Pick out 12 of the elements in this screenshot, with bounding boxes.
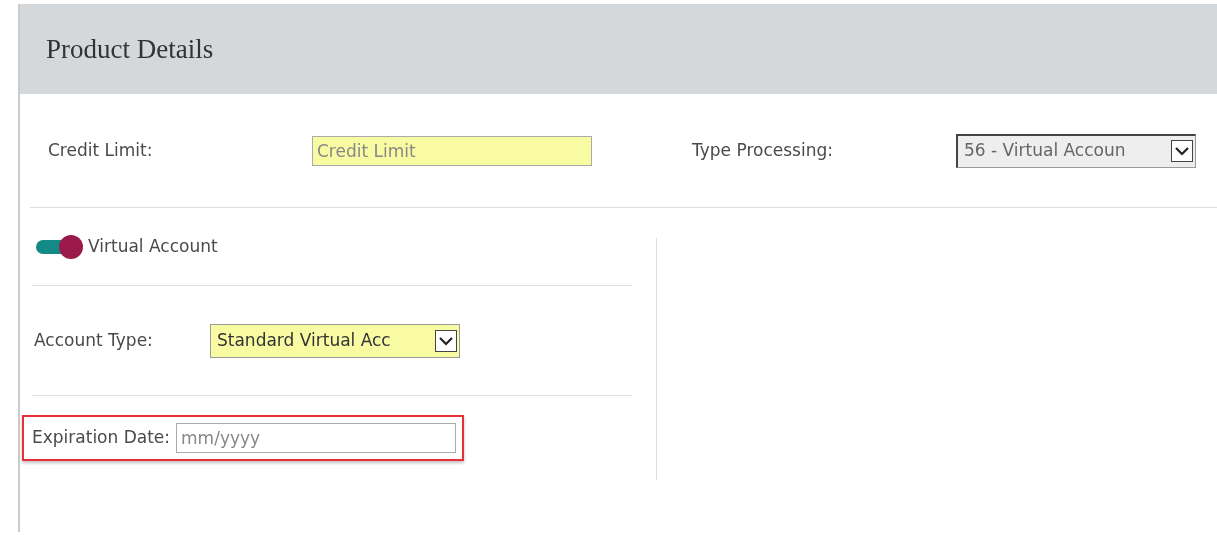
field-label: Account Type:	[34, 328, 154, 352]
field-label: Expiration Date:	[32, 426, 171, 450]
input-field[interactable]: Credit Limit	[312, 135, 592, 166]
caret-icon	[1174, 146, 1190, 156]
toggle-label: Virtual Account	[88, 234, 218, 258]
input-field[interactable]: mm/yyyy	[176, 423, 457, 453]
panel-title: Product Details	[46, 32, 214, 66]
dropdown[interactable]: Standard Virtual Acc	[210, 323, 460, 358]
field-label: Credit Limit:	[48, 138, 154, 162]
field-label: Type Processing:	[692, 138, 834, 162]
toggle-switch[interactable]	[36, 233, 84, 260]
caret-icon	[438, 335, 454, 346]
